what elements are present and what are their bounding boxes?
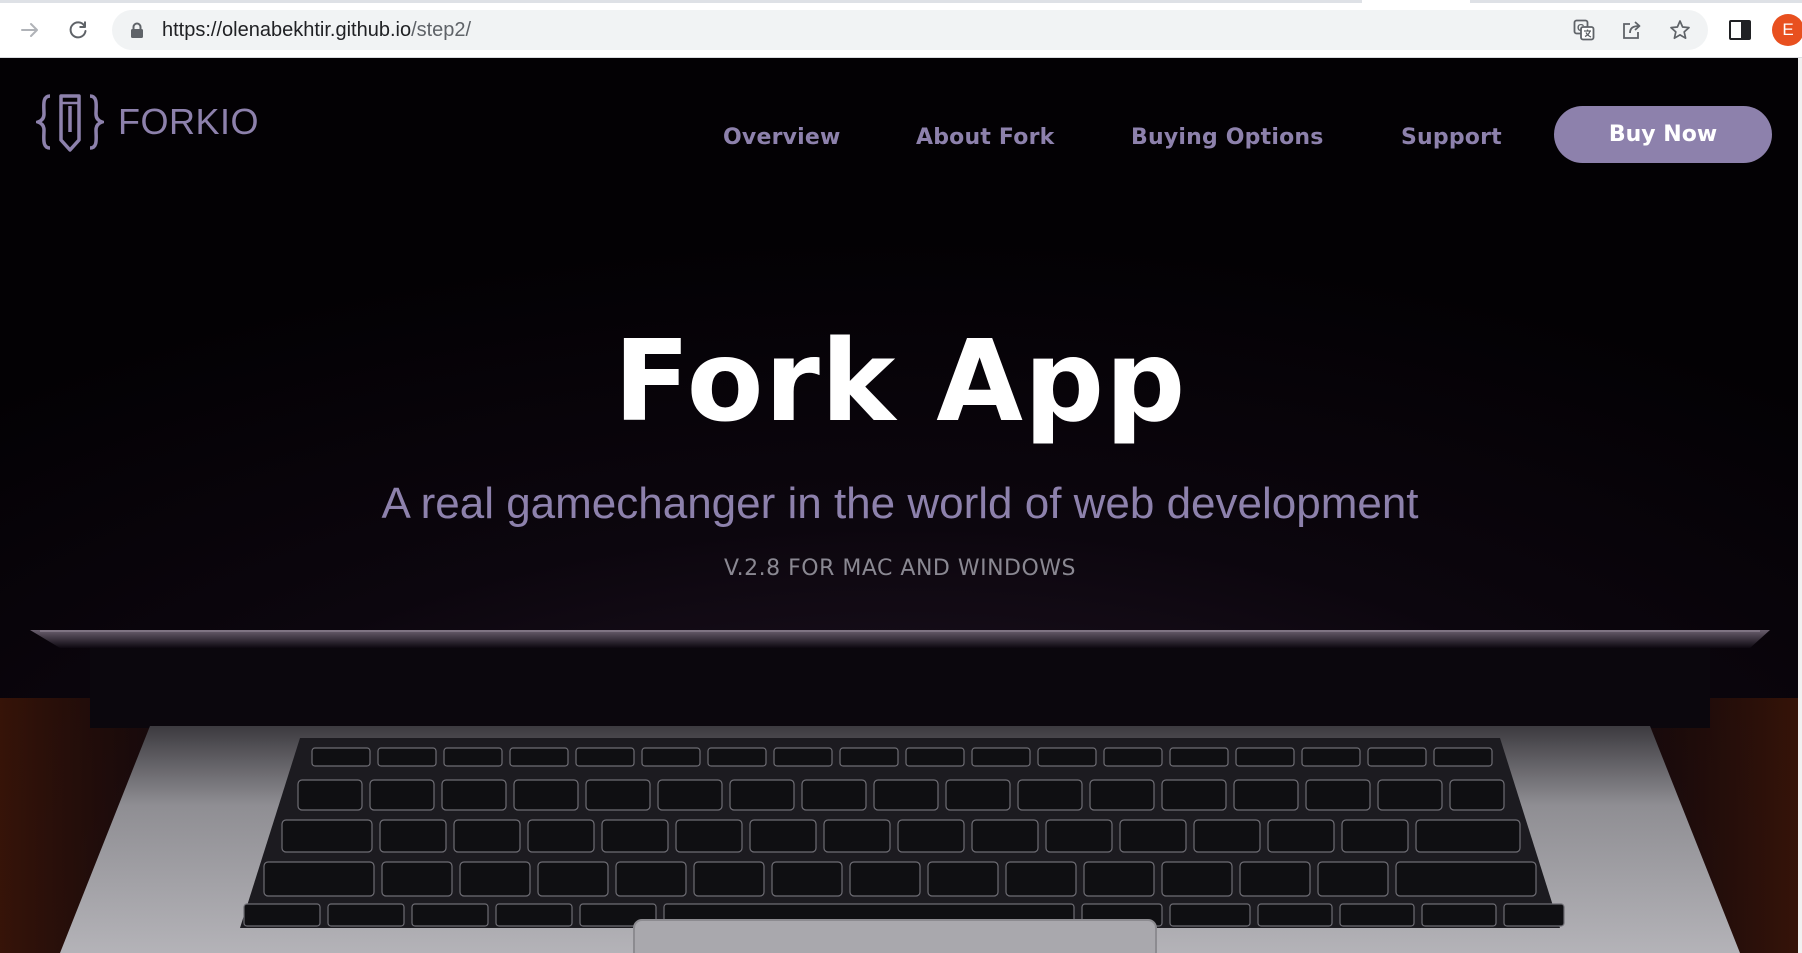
share-icon — [1623, 21, 1641, 39]
hero-title: Fork App — [613, 317, 1187, 447]
nav-link-overview[interactable]: Overview — [723, 116, 841, 160]
lock-icon[interactable] — [130, 22, 144, 38]
hero-subtitle: A real gamechanger in the world of web d… — [381, 479, 1419, 528]
tab-strip-edge — [0, 0, 1802, 3]
reload-icon — [69, 21, 87, 39]
buy-now-button[interactable]: Buy Now — [1554, 106, 1772, 163]
main-navigation: Overview About Fork Buying Options Suppo… — [0, 116, 1800, 160]
hero-version-text: V.2.8 FOR MAC AND WINDOWS — [723, 556, 1077, 581]
nav-link-buying-options[interactable]: Buying Options — [1131, 116, 1324, 160]
translate-icon: G — [1573, 19, 1595, 41]
url-path: /step2/ — [411, 19, 472, 41]
page-scrollbar[interactable] — [1798, 58, 1802, 953]
share-button[interactable] — [1620, 18, 1644, 42]
forward-button[interactable] — [14, 14, 46, 46]
address-bar[interactable]: https://olenabekhtir.github.io/step2/ G — [112, 10, 1708, 50]
url-text[interactable]: https://olenabekhtir.github.io/step2/ — [162, 10, 471, 50]
side-panel-icon[interactable] — [1728, 18, 1752, 42]
nav-link-support[interactable]: Support — [1401, 116, 1502, 160]
nav-link-about-fork[interactable]: About Fork — [916, 116, 1054, 160]
page-viewport: FORKIO Overview About Fork Buying Option… — [0, 58, 1802, 953]
bookmark-button[interactable] — [1668, 18, 1692, 42]
browser-toolbar: https://olenabekhtir.github.io/step2/ G … — [0, 0, 1802, 58]
url-host: https://olenabekhtir.github.io — [162, 19, 412, 41]
forward-icon — [21, 23, 38, 37]
reload-button[interactable] — [62, 14, 94, 46]
star-icon — [1670, 20, 1690, 40]
translate-button[interactable]: G — [1572, 18, 1596, 42]
profile-avatar[interactable]: E — [1772, 14, 1802, 46]
